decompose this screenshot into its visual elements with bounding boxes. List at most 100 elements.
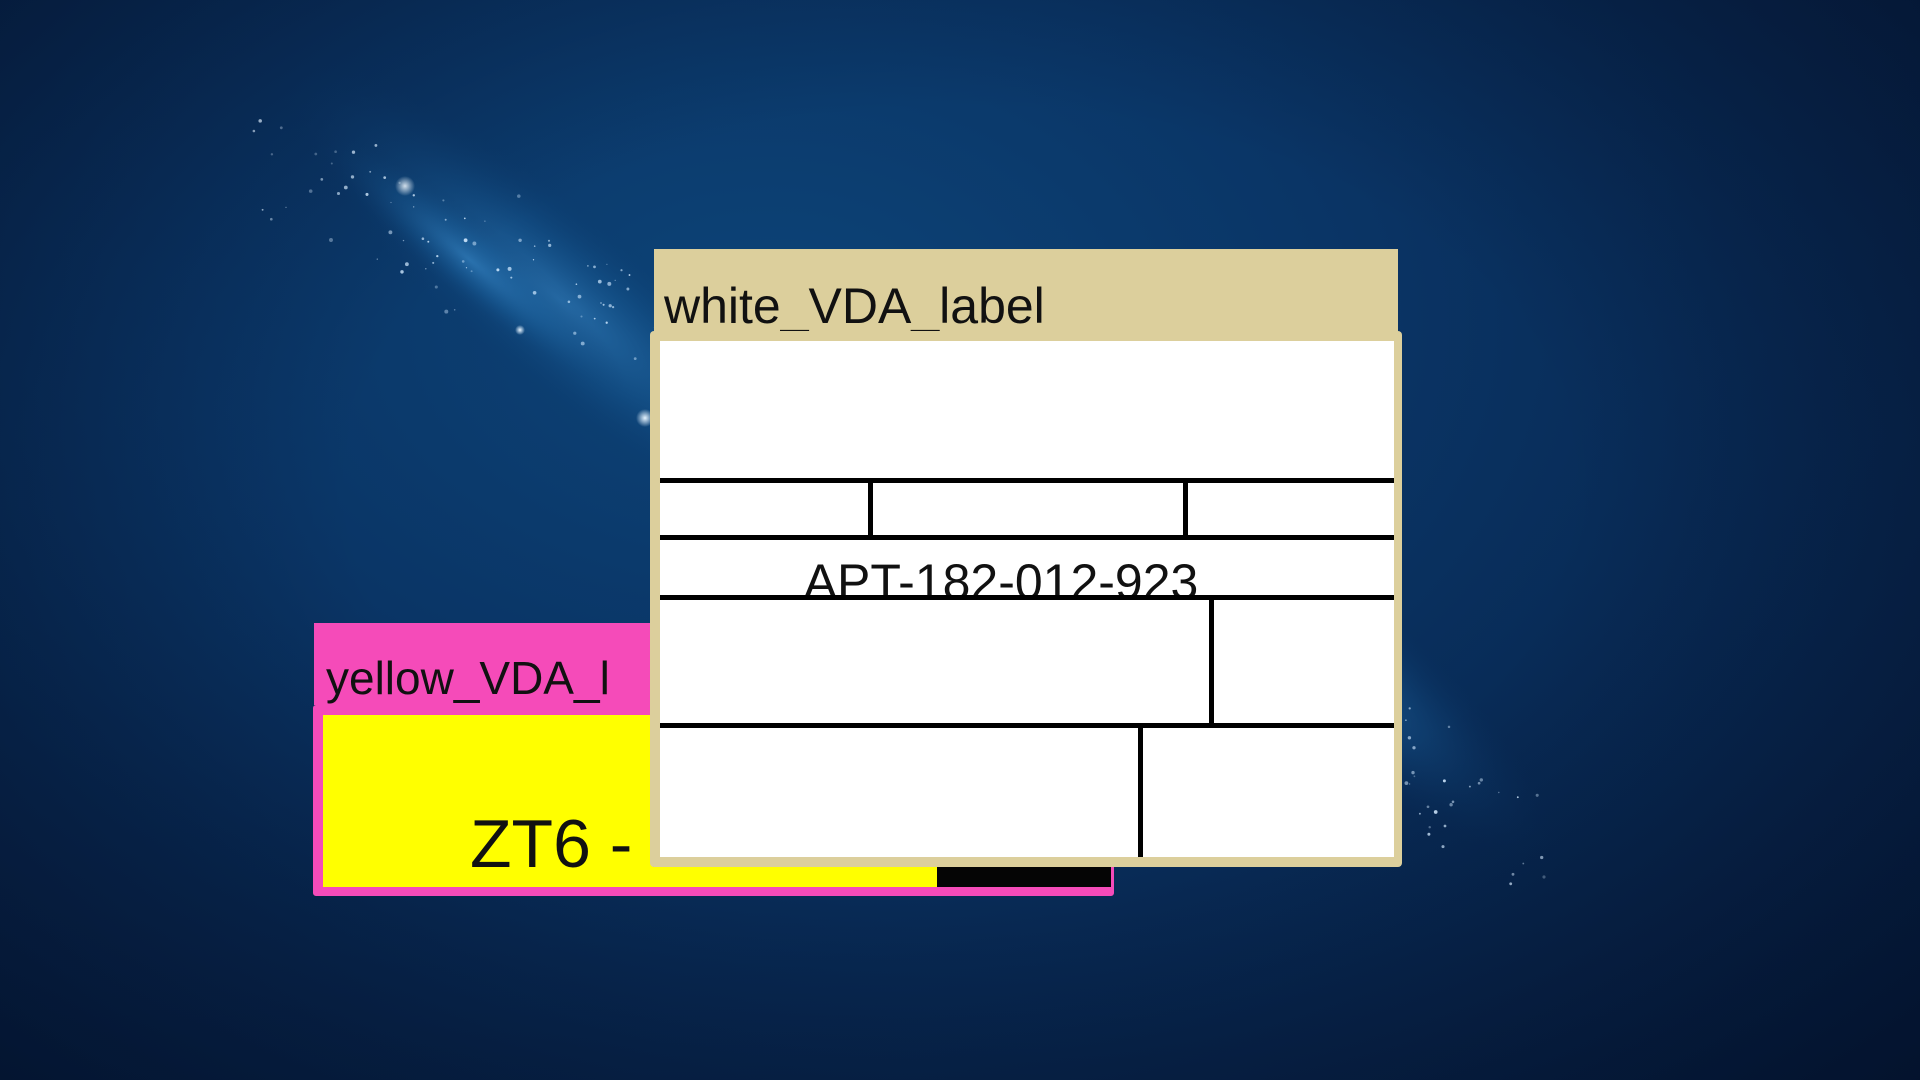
- star: [320, 178, 324, 181]
- star: [1449, 803, 1453, 807]
- label-divider-4: [660, 723, 1394, 728]
- star: [633, 357, 637, 360]
- star: [1408, 707, 1411, 710]
- star: [1405, 719, 1407, 722]
- star: [390, 201, 392, 204]
- star: [285, 206, 287, 208]
- star: [532, 259, 535, 261]
- white-label-face: APT-182-012-923: [660, 341, 1394, 857]
- star: [605, 321, 608, 324]
- star: [510, 276, 513, 279]
- star: [1433, 810, 1438, 814]
- star: [1479, 778, 1484, 782]
- star: [484, 220, 486, 222]
- star: [376, 258, 378, 260]
- star: [402, 239, 405, 242]
- star: [602, 303, 605, 306]
- star: [1411, 770, 1415, 775]
- star: [365, 192, 369, 196]
- star: [258, 119, 262, 123]
- star: [470, 270, 473, 273]
- star: [442, 199, 445, 202]
- star: [611, 305, 615, 309]
- white-window-frame: APT-182-012-923: [650, 331, 1402, 867]
- white-label-window[interactable]: white_VDA_label APT-182-012-923: [650, 249, 1402, 867]
- star: [461, 260, 465, 263]
- star: [548, 243, 552, 247]
- star: [1407, 736, 1412, 740]
- star: [606, 263, 608, 266]
- star: [517, 194, 521, 198]
- star: [628, 274, 631, 276]
- star: [1522, 862, 1525, 865]
- label-header-cell: [660, 341, 1394, 478]
- star: [1443, 824, 1447, 828]
- star: [427, 240, 430, 243]
- star: [496, 268, 500, 272]
- star: [252, 129, 256, 133]
- star: [597, 279, 602, 284]
- star: [270, 153, 274, 156]
- star: [600, 302, 602, 304]
- star: [1447, 725, 1451, 729]
- star: [1408, 783, 1411, 785]
- star: [1404, 781, 1409, 785]
- star: [567, 300, 571, 304]
- star: [626, 287, 630, 291]
- star: [507, 266, 512, 271]
- star: [374, 143, 378, 147]
- star: [444, 218, 447, 221]
- star: [383, 176, 387, 179]
- star: [1540, 855, 1544, 860]
- star: [1428, 825, 1431, 829]
- star: [336, 191, 341, 196]
- label-serial-number: APT-182-012-923: [803, 554, 1199, 610]
- star: [400, 270, 404, 274]
- star: [314, 152, 318, 156]
- label-column-divider-1: [868, 478, 873, 537]
- star: [1427, 832, 1431, 836]
- label-column-divider-4: [1138, 723, 1143, 857]
- star: [413, 206, 415, 208]
- star: [575, 283, 578, 286]
- star: [518, 238, 522, 243]
- star: [279, 126, 283, 130]
- star: [388, 230, 393, 235]
- star: [533, 245, 536, 247]
- star: [330, 162, 333, 165]
- star: [1441, 845, 1445, 849]
- star: [350, 175, 355, 179]
- star: [1468, 785, 1471, 788]
- star: [269, 217, 273, 221]
- star: [593, 317, 596, 320]
- star: [434, 285, 438, 289]
- label-divider-2: [660, 535, 1394, 540]
- star: [1418, 812, 1421, 815]
- star: [444, 309, 449, 314]
- star: [405, 262, 409, 267]
- star: [1542, 875, 1546, 879]
- star: [587, 265, 589, 267]
- star: [547, 239, 551, 242]
- star: [472, 241, 477, 246]
- star: [1535, 793, 1539, 797]
- star: [1516, 796, 1519, 799]
- star: [329, 238, 333, 242]
- label-column-divider-3: [1209, 595, 1214, 725]
- star: [308, 189, 313, 193]
- white-window-titlebar[interactable]: white_VDA_label: [654, 249, 1398, 339]
- star: [1511, 872, 1515, 876]
- star: [412, 194, 415, 197]
- star: [1477, 781, 1481, 785]
- star: [334, 150, 337, 154]
- star: [1442, 779, 1446, 783]
- label-divider-1: [660, 478, 1394, 483]
- label-divider-3: [660, 595, 1394, 600]
- star: [1426, 805, 1430, 809]
- star: [465, 267, 468, 269]
- yellow-window-title: yellow_VDA_l: [326, 652, 610, 704]
- star: [1498, 791, 1500, 794]
- label-column-divider-2: [1183, 478, 1188, 537]
- star: [453, 309, 456, 311]
- white-window-title: white_VDA_label: [664, 278, 1045, 334]
